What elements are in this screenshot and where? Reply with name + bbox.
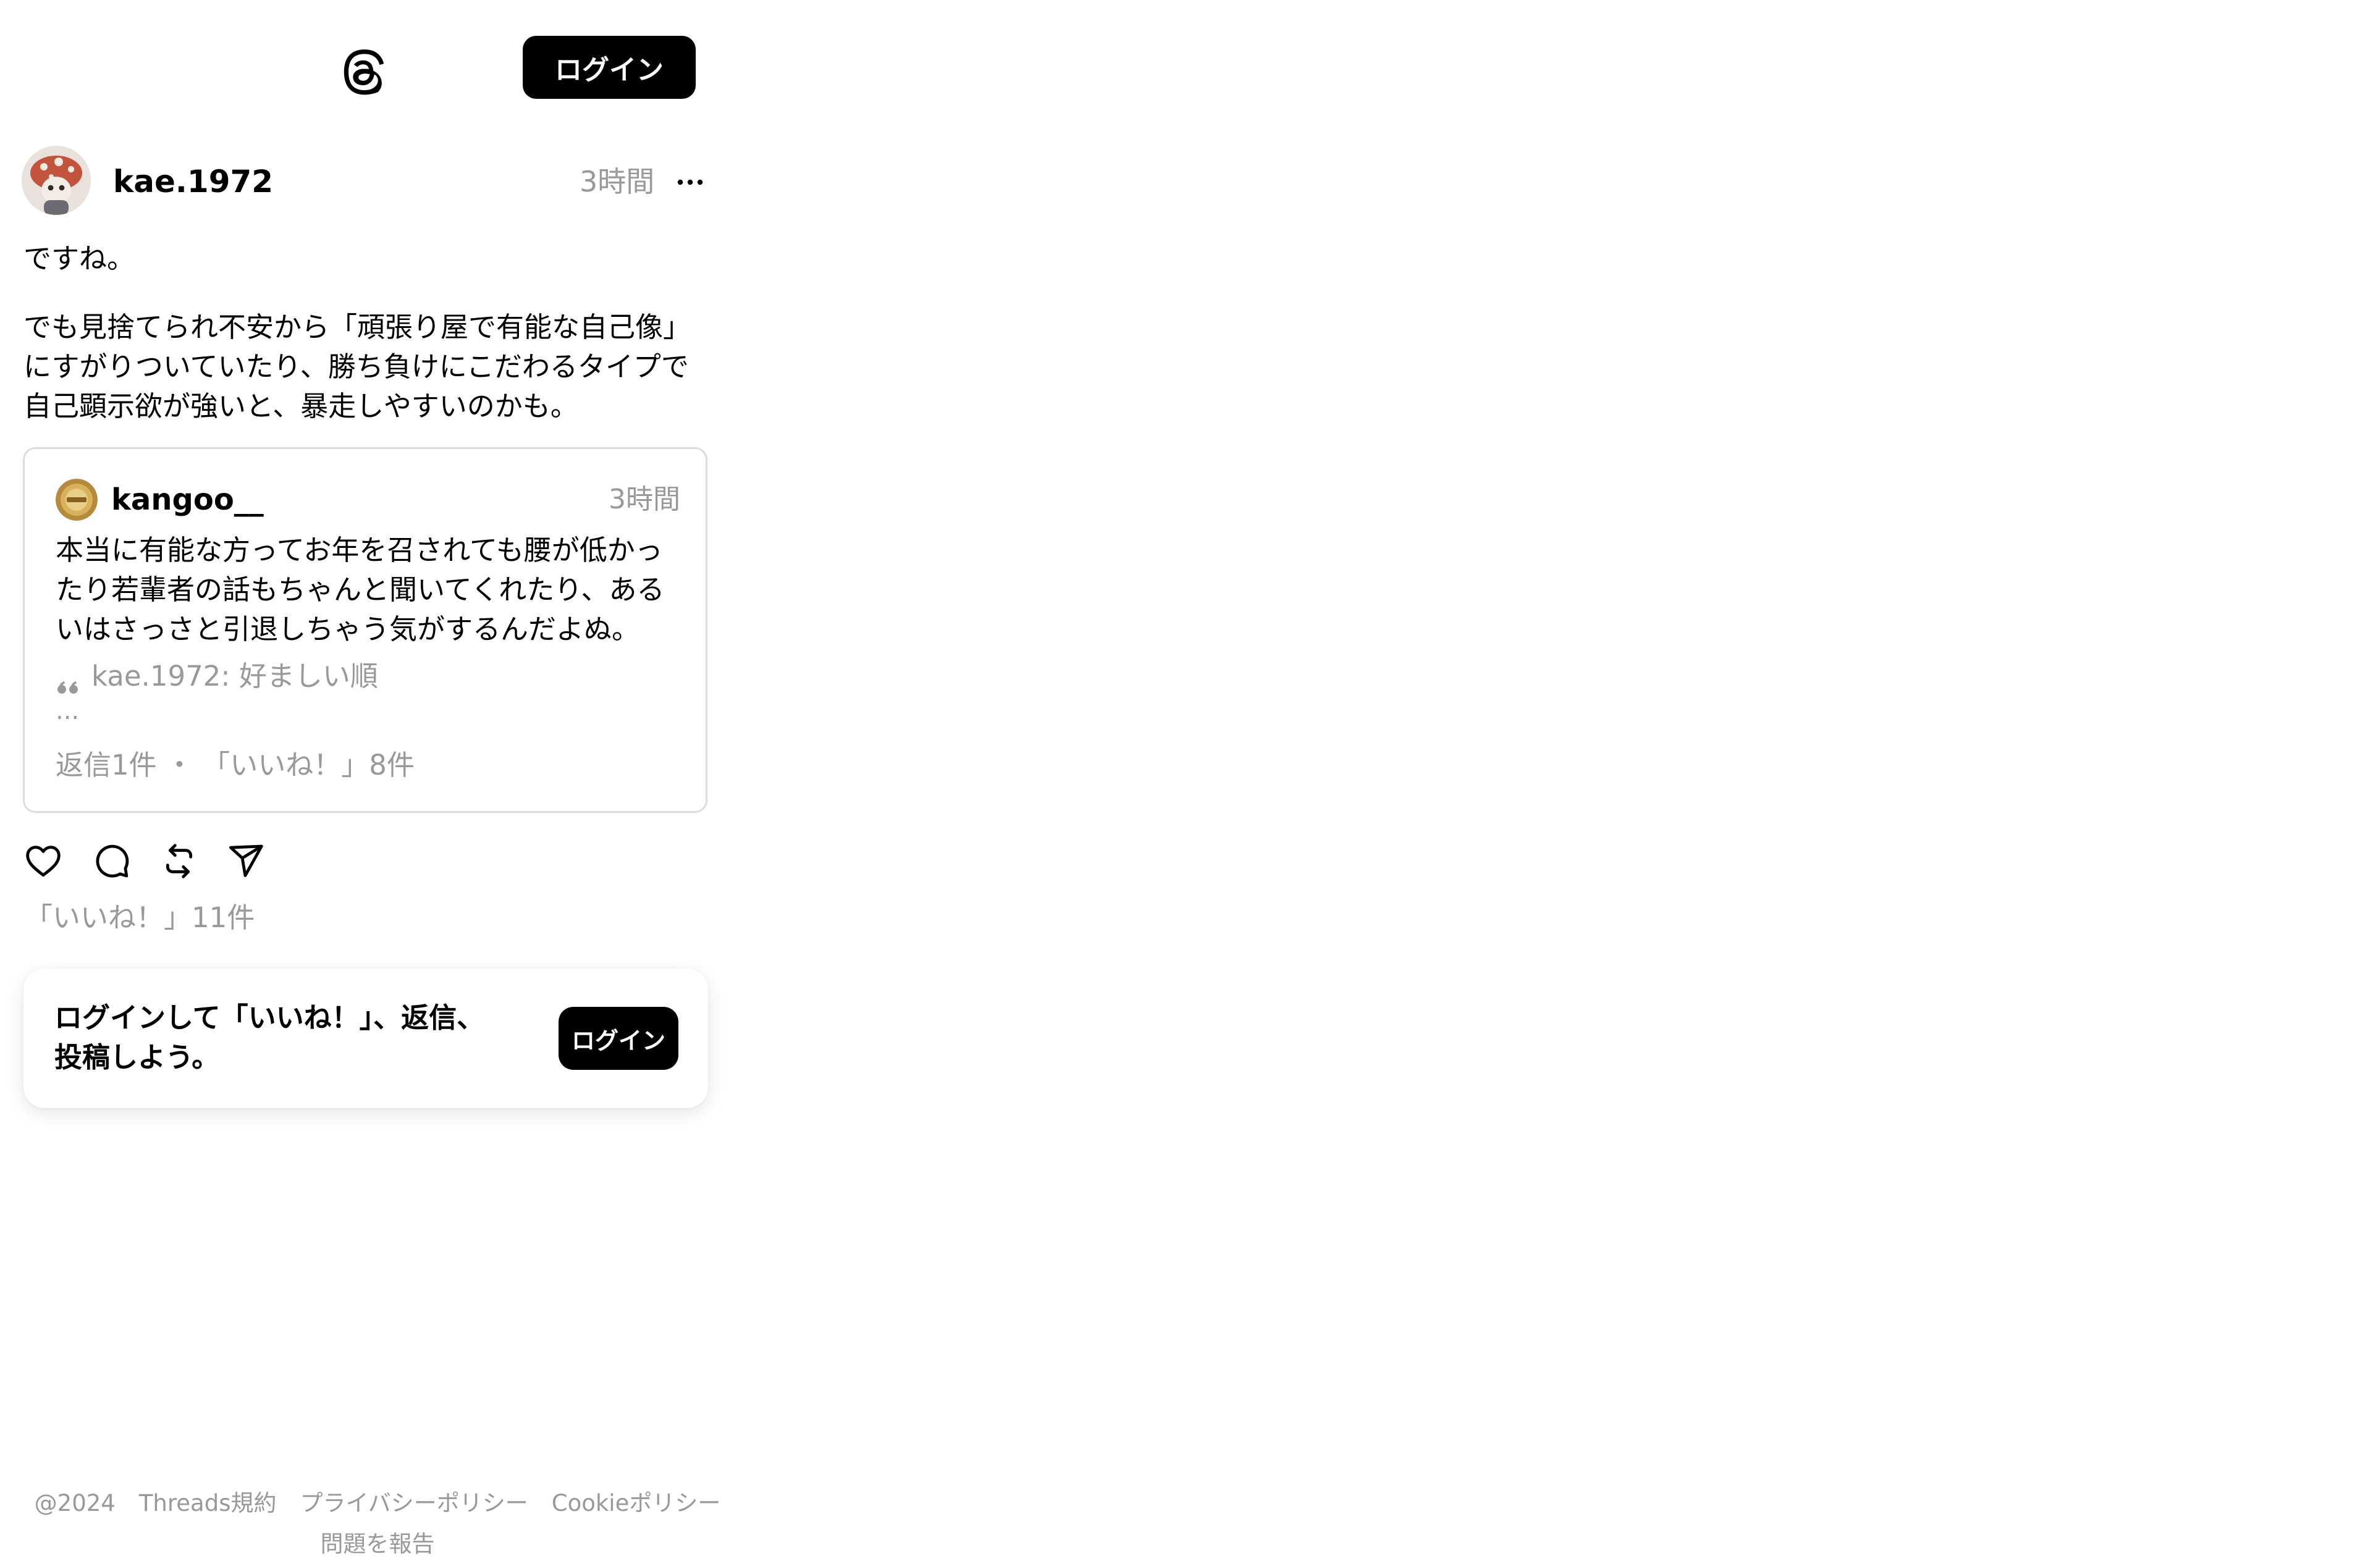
quoted-username[interactable]: kangoo__ <box>111 480 264 519</box>
post-text-paragraph-1: ですね。 <box>23 242 135 275</box>
quoted-reference: kae.1972: 好ましい順 <box>56 657 378 696</box>
share-icon[interactable] <box>226 841 266 881</box>
more-horizontal-icon[interactable] <box>675 173 706 191</box>
login-prompt-text: ログインして「いいね！」、返信、 投稿しよう。 <box>54 1001 485 1074</box>
quoted-stats: 返信1件 ・ 「いいね！」8件 <box>56 749 415 781</box>
comment-icon[interactable] <box>91 841 131 881</box>
quoted-time: 3時間 <box>609 484 680 515</box>
quote-marks-icon <box>56 667 80 694</box>
heart-icon[interactable] <box>23 841 63 881</box>
quoted-ellipsis: ... <box>56 697 80 725</box>
footer-links: @2024 Threads規約 プライバシーポリシー Cookieポリシー <box>0 1486 755 1521</box>
post-username[interactable]: kae.1972 <box>113 162 273 201</box>
repost-icon[interactable] <box>159 841 199 881</box>
quoted-reference-text: kae.1972: 好ましい順 <box>91 660 378 692</box>
login-prompt-card: ログインして「いいね！」、返信、 投稿しよう。 ログイン <box>23 969 708 1108</box>
quoted-post-card[interactable]: kangoo__ 3時間 本当に有能な方ってお年を召されても腰が低かっ たり若輩… <box>23 447 707 813</box>
footer-copyright: @2024 <box>34 1490 116 1516</box>
mushroom-avatar[interactable] <box>22 146 91 215</box>
footer-report-link[interactable]: 問題を報告 <box>0 1527 755 1562</box>
threads-post-page: ログイン kae.1972 3時間 ですね。 でも見捨てられ不安から「頑張り屋で… <box>0 0 2380 1564</box>
quoted-text: 本当に有能な方ってお年を召されても腰が低かっ たり若輩者の話もちゃんと聞いてくれ… <box>56 534 665 645</box>
footer-privacy-link[interactable]: プライバシーポリシー <box>300 1486 528 1521</box>
post-time[interactable]: 3時間 <box>580 162 654 201</box>
footer-cookie-link[interactable]: Cookieポリシー <box>552 1486 721 1521</box>
likes-count[interactable]: 「いいね！」11件 <box>25 898 255 938</box>
badge-avatar[interactable] <box>56 479 98 521</box>
footer-terms-link[interactable]: Threads規約 <box>139 1486 277 1521</box>
post-text-paragraph-2: でも見捨てられ不安から「頑張り屋で有能な自己像」 にすがりついていたり、勝ち負け… <box>23 311 691 423</box>
prompt-login-button[interactable]: ログイン <box>559 1007 678 1070</box>
threads-logo-icon[interactable] <box>335 41 392 101</box>
login-button[interactable]: ログイン <box>523 36 696 99</box>
